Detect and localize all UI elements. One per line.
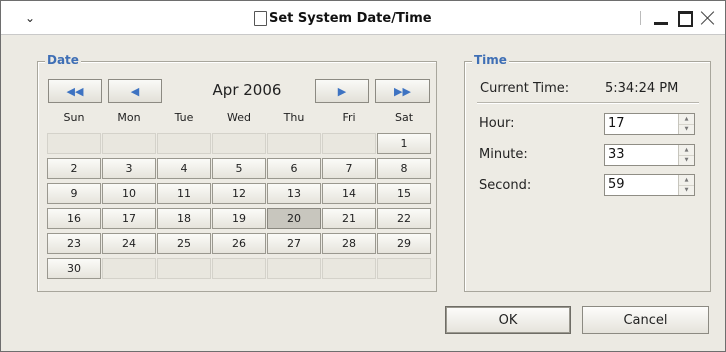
calendar-empty-cell bbox=[212, 258, 266, 279]
hour-value: 17 bbox=[608, 116, 625, 131]
minimize-icon[interactable] bbox=[652, 9, 670, 27]
calendar-empty-cell bbox=[212, 133, 266, 154]
date-group-title: Date bbox=[45, 53, 81, 67]
calendar-day[interactable]: 21 bbox=[322, 208, 376, 229]
current-time-value: 5:34:24 PM bbox=[605, 81, 679, 96]
calendar-day[interactable]: 14 bbox=[322, 183, 376, 204]
calendar-day[interactable]: 7 bbox=[322, 158, 376, 179]
spin-down-icon[interactable]: ▼ bbox=[679, 185, 694, 195]
calendar-day[interactable]: 27 bbox=[267, 233, 321, 254]
calendar-day[interactable]: 16 bbox=[47, 208, 101, 229]
weekday-label: Mon bbox=[117, 111, 141, 124]
calendar-day[interactable]: 5 bbox=[212, 158, 266, 179]
calendar-day[interactable]: 19 bbox=[212, 208, 266, 229]
minute-value: 33 bbox=[608, 147, 625, 162]
calendar-empty-cell bbox=[102, 133, 156, 154]
calendar-day[interactable]: 1 bbox=[377, 133, 431, 154]
spin-down-icon[interactable]: ▼ bbox=[679, 155, 694, 165]
second-value: 59 bbox=[608, 177, 625, 192]
weekday-label: Tue bbox=[174, 111, 194, 124]
set-date-time-window: ⌄ Set System Date/Time Date ◀◀ ◀ Apr 200… bbox=[0, 0, 726, 352]
calendar-day[interactable]: 12 bbox=[212, 183, 266, 204]
current-time-label: Current Time: bbox=[480, 81, 570, 96]
calendar-day[interactable]: 13 bbox=[267, 183, 321, 204]
calendar-empty-cell bbox=[47, 133, 101, 154]
calendar-day[interactable]: 4 bbox=[157, 158, 211, 179]
time-group-title: Time bbox=[472, 53, 509, 67]
calendar-day[interactable]: 23 bbox=[47, 233, 101, 254]
calendar-empty-cell bbox=[102, 258, 156, 279]
minute-spin-arrows[interactable]: ▲ ▼ bbox=[678, 145, 694, 165]
cancel-button[interactable]: Cancel bbox=[582, 306, 709, 334]
calendar-empty-cell bbox=[157, 133, 211, 154]
weekday-label: Sat bbox=[394, 111, 414, 124]
weekday-label: Wed bbox=[227, 111, 251, 124]
maximize-icon[interactable] bbox=[676, 9, 694, 27]
minute-spinbox[interactable]: 33 ▲ ▼ bbox=[604, 144, 695, 166]
weekday-label: Thu bbox=[283, 111, 305, 124]
calendar-day[interactable]: 22 bbox=[377, 208, 431, 229]
window-title: Set System Date/Time bbox=[269, 10, 432, 26]
calendar-day[interactable]: 6 bbox=[267, 158, 321, 179]
calendar-day[interactable]: 29 bbox=[377, 233, 431, 254]
hour-spin-arrows[interactable]: ▲ ▼ bbox=[678, 114, 694, 134]
calendar-empty-cell bbox=[322, 133, 376, 154]
calendar-day[interactable]: 9 bbox=[47, 183, 101, 204]
calendar-day[interactable]: 30 bbox=[47, 258, 101, 279]
second-spinbox[interactable]: 59 ▲ ▼ bbox=[604, 174, 695, 196]
window-title-group: Set System Date/Time bbox=[254, 9, 432, 27]
calendar-day-selected[interactable]: 20 bbox=[267, 208, 321, 229]
hour-label: Hour: bbox=[479, 116, 515, 131]
next-year-button[interactable]: ▶▶ bbox=[375, 79, 430, 103]
second-spin-arrows[interactable]: ▲ ▼ bbox=[678, 175, 694, 195]
hour-spinbox[interactable]: 17 ▲ ▼ bbox=[604, 113, 695, 135]
calendar-day[interactable]: 3 bbox=[102, 158, 156, 179]
window-menu-icon[interactable]: ⌄ bbox=[23, 11, 37, 25]
calendar-day[interactable]: 8 bbox=[377, 158, 431, 179]
weekday-label: Fri bbox=[342, 111, 356, 124]
title-bar: ⌄ Set System Date/Time bbox=[1, 1, 725, 35]
calendar-empty-cell bbox=[267, 133, 321, 154]
document-icon bbox=[254, 10, 267, 26]
prev-year-button[interactable]: ◀◀ bbox=[48, 79, 102, 103]
next-month-button[interactable]: ▶ bbox=[315, 79, 369, 103]
close-icon[interactable] bbox=[699, 9, 717, 27]
calendar-empty-cell bbox=[157, 258, 211, 279]
calendar-day[interactable]: 10 bbox=[102, 183, 156, 204]
calendar-empty-cell bbox=[377, 258, 431, 279]
calendar-day[interactable]: 2 bbox=[47, 158, 101, 179]
second-label: Second: bbox=[479, 178, 532, 193]
calendar-day[interactable]: 17 bbox=[102, 208, 156, 229]
title-separator bbox=[640, 11, 641, 25]
calendar-empty-cell bbox=[322, 258, 376, 279]
calendar-day[interactable]: 26 bbox=[212, 233, 266, 254]
time-divider bbox=[477, 102, 699, 103]
ok-button[interactable]: OK bbox=[445, 306, 571, 334]
calendar-day[interactable]: 25 bbox=[157, 233, 211, 254]
month-year-label: Apr 2006 bbox=[212, 81, 282, 99]
calendar-day[interactable]: 28 bbox=[322, 233, 376, 254]
weekday-label: Sun bbox=[63, 111, 85, 124]
calendar-day[interactable]: 11 bbox=[157, 183, 211, 204]
calendar-day[interactable]: 15 bbox=[377, 183, 431, 204]
spin-down-icon[interactable]: ▼ bbox=[679, 124, 694, 134]
prev-month-button[interactable]: ◀ bbox=[108, 79, 162, 103]
calendar-day[interactable]: 24 bbox=[102, 233, 156, 254]
minute-label: Minute: bbox=[479, 147, 528, 162]
calendar-day[interactable]: 18 bbox=[157, 208, 211, 229]
calendar-empty-cell bbox=[267, 258, 321, 279]
